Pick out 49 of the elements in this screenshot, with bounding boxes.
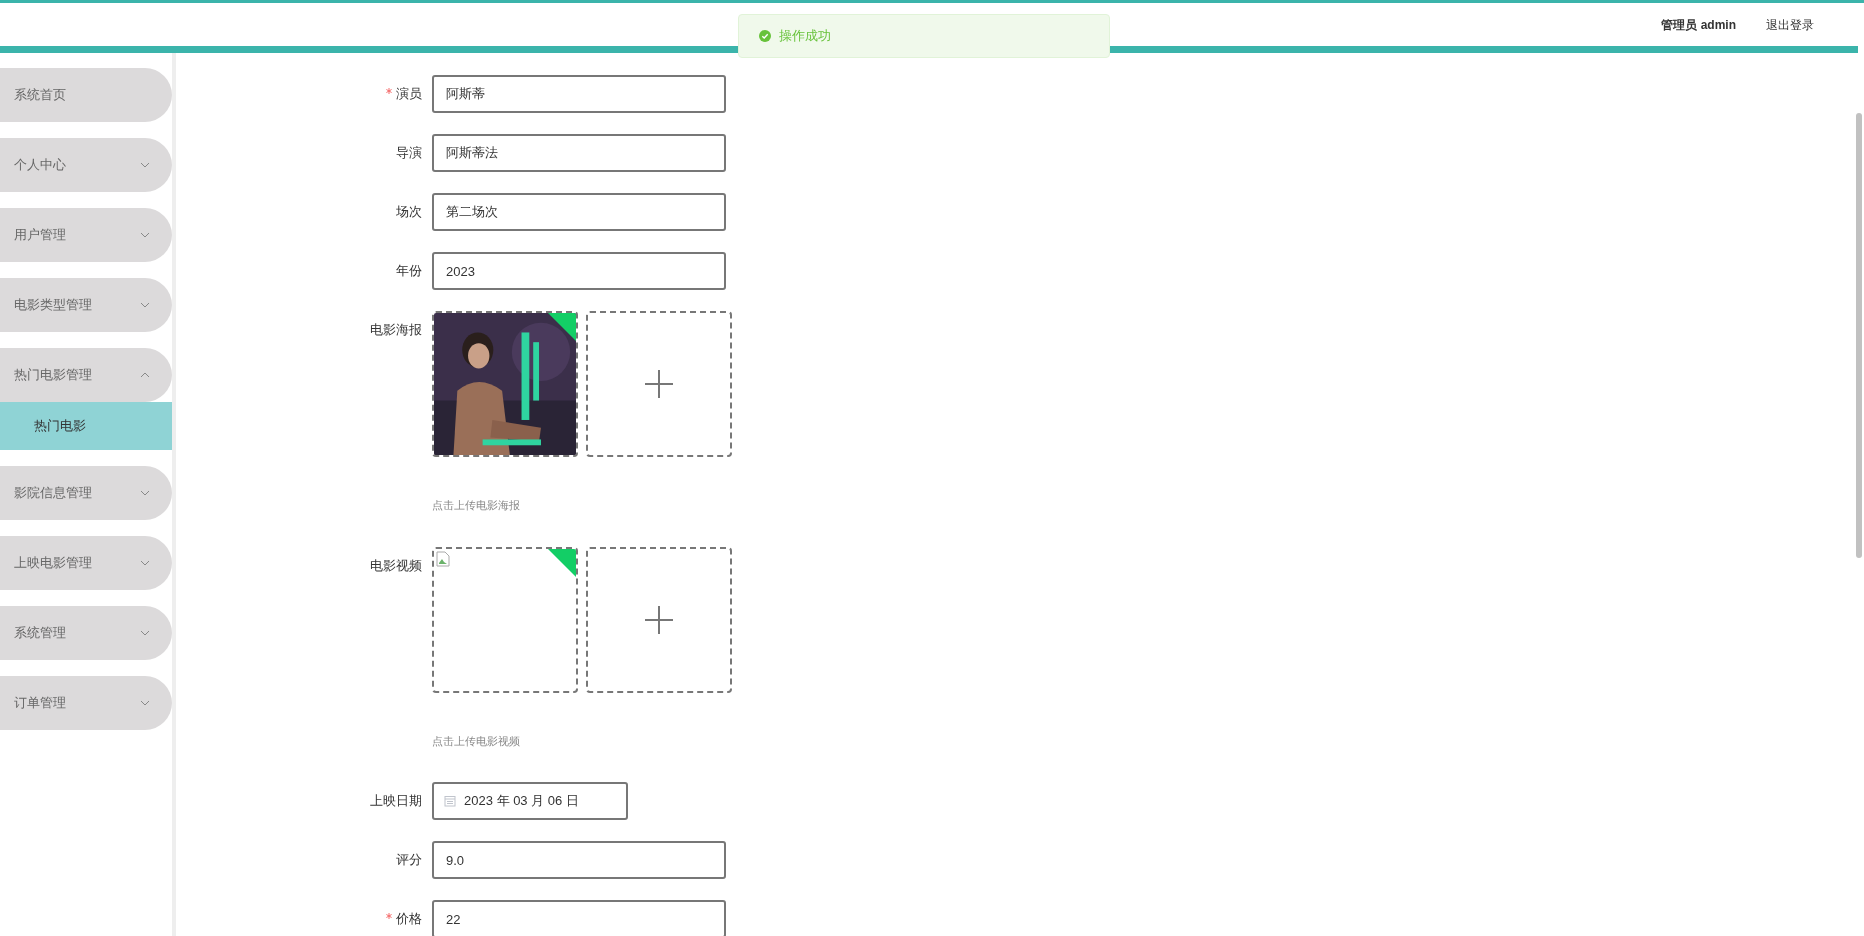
- chevron-down-icon: [140, 302, 150, 308]
- sidebar-menu-item[interactable]: 系统首页: [0, 68, 172, 122]
- sidebar-menu-item[interactable]: 系统管理: [0, 606, 172, 660]
- chevron-down-icon: [140, 630, 150, 636]
- field-label: 价格: [396, 910, 422, 929]
- plus-icon: [645, 605, 673, 634]
- chevron-down-icon: [140, 162, 150, 168]
- sidebar-menu-item[interactable]: 个人中心: [0, 138, 172, 192]
- field-label: 上映日期: [370, 792, 422, 811]
- upload-button[interactable]: [586, 546, 732, 693]
- field-label: 场次: [396, 203, 422, 222]
- text-input[interactable]: 阿斯蒂法: [432, 134, 726, 172]
- field-label: 导演: [396, 144, 422, 163]
- text-input[interactable]: 2023: [432, 252, 726, 290]
- field-label: 演员: [396, 85, 422, 104]
- field-label: 评分: [396, 851, 422, 870]
- success-corner-icon: [548, 548, 576, 577]
- text-input[interactable]: 22: [432, 900, 726, 936]
- text-input[interactable]: 第二场次: [432, 193, 726, 231]
- text-input[interactable]: 阿斯蒂: [432, 75, 726, 113]
- sidebar-menu-item[interactable]: 电影类型管理: [0, 278, 172, 332]
- sidebar-menu-item[interactable]: 热门电影管理: [0, 348, 172, 402]
- sidebar-menu-item[interactable]: 用户管理: [0, 208, 172, 262]
- sidebar-menu-item[interactable]: 上映电影管理: [0, 536, 172, 590]
- chevron-up-icon: [140, 372, 150, 378]
- field-label: 电影视频: [370, 556, 422, 575]
- check-circle-icon: [759, 30, 771, 42]
- upload-button[interactable]: [586, 311, 732, 457]
- plus-icon: [645, 370, 673, 398]
- chevron-down-icon: [140, 700, 150, 706]
- upload-hint: 点击上传电影海报: [432, 498, 521, 513]
- broken-image-icon: [436, 550, 450, 567]
- scrollbar[interactable]: [1856, 113, 1862, 558]
- upload-hint: 点击上传电影视频: [432, 733, 521, 749]
- text-input[interactable]: 9.0: [432, 841, 726, 879]
- admin-username: 管理员 admin: [1661, 16, 1736, 34]
- chevron-down-icon: [140, 490, 150, 496]
- sidebar-menu-item[interactable]: 影院信息管理: [0, 466, 172, 520]
- field-label: 年份: [396, 262, 422, 281]
- submenu-item[interactable]: 热门电影: [0, 402, 172, 450]
- chevron-down-icon: [140, 560, 150, 566]
- logout-link[interactable]: 退出登录: [1766, 15, 1814, 34]
- sidebar-menu-item[interactable]: 订单管理: [0, 676, 172, 730]
- date-picker[interactable]: 2023 年 03 月 06 日: [432, 782, 628, 820]
- field-label: 电影海报: [370, 321, 422, 340]
- toast-message: 操作成功: [779, 27, 831, 46]
- success-corner-icon: [548, 313, 576, 341]
- calendar-icon: [444, 795, 456, 807]
- chevron-down-icon: [140, 232, 150, 238]
